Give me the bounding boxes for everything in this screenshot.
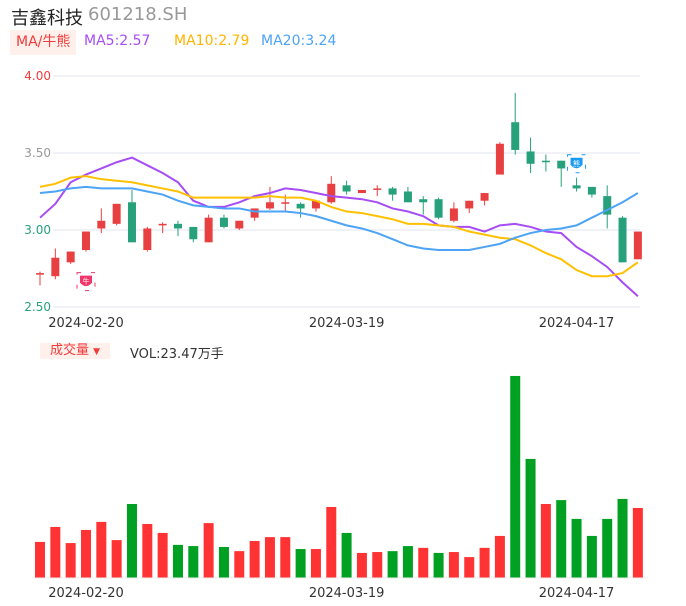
volume-bar [479, 547, 490, 578]
volume-x-tick-label: 2024-02-20 [48, 586, 124, 601]
y-tick-label: 3.00 [24, 223, 51, 237]
candle-body [281, 202, 290, 204]
volume-bar [249, 540, 260, 578]
volume-bar [448, 552, 459, 578]
y-tick-label: 3.50 [24, 146, 51, 160]
volume-bar [341, 532, 352, 578]
candle-body [342, 185, 351, 192]
candle-body [419, 199, 428, 203]
candle-body [618, 217, 627, 263]
volume-bar [65, 543, 76, 578]
candle-body [373, 188, 382, 190]
candle-body [572, 185, 581, 189]
candle-body [587, 186, 596, 195]
volume-bar [372, 552, 383, 578]
volume-bar [80, 529, 91, 578]
bull-badge-text: 牛 [82, 277, 89, 286]
volume-bar [617, 498, 628, 578]
volume-bar [602, 518, 613, 578]
candle-body [465, 200, 474, 209]
volume-bar [50, 526, 61, 578]
volume-bar [356, 552, 367, 578]
candle-body [66, 251, 75, 263]
volume-bar [402, 546, 413, 578]
x-tick-label: 2024-04-17 [539, 316, 615, 331]
candle-body [449, 208, 458, 221]
volume-bar [494, 535, 505, 578]
volume-bar [142, 523, 153, 578]
candle-body [51, 257, 60, 277]
candle-body [434, 199, 443, 218]
volume-bar [387, 551, 398, 578]
volume-bar [111, 540, 122, 578]
candle-body [388, 188, 397, 195]
candle-body [143, 228, 152, 251]
volume-bar [295, 549, 306, 578]
candle-body [557, 160, 566, 169]
volume-bar [525, 458, 536, 578]
y-tick-label: 2.50 [24, 300, 51, 314]
volume-bar [188, 546, 199, 578]
volume-x-tick-label: 2024-04-17 [539, 586, 615, 601]
candle-body [112, 203, 121, 224]
volume-bar [310, 549, 321, 578]
candle-body [327, 183, 336, 203]
volume-bar [203, 523, 214, 578]
candle-body [633, 231, 642, 260]
candle-body [403, 191, 412, 203]
candle-body [235, 220, 244, 229]
candle-body [204, 217, 213, 243]
candle-body [127, 202, 136, 243]
volume-bar [510, 375, 521, 578]
candle-body [81, 231, 90, 251]
volume-bar [556, 500, 567, 578]
candle-body [296, 203, 305, 209]
volume-bar [96, 521, 107, 578]
candle-body [511, 122, 520, 150]
candle-body [526, 151, 535, 164]
stock-chart[interactable]: 4.00 3.50 3.00 2.50 2024-02-20 2024-03-19 2024… [0, 0, 686, 606]
candle-body [495, 143, 504, 175]
candle-body [480, 193, 489, 201]
x-tick-label: 2024-03-19 [309, 316, 385, 331]
volume-bar [586, 535, 597, 578]
candle-body [189, 226, 198, 240]
candle-body [357, 189, 366, 194]
volume-bar [280, 537, 291, 578]
volume-bar [433, 552, 444, 578]
candle-body [219, 217, 228, 227]
volume-bar [571, 518, 582, 578]
volume-bar [234, 551, 245, 578]
volume-bar [157, 532, 168, 578]
candle-body [250, 208, 259, 218]
volume-bar [464, 557, 475, 578]
x-tick-label: 2024-02-20 [48, 316, 124, 331]
volume-bar [326, 506, 337, 578]
volume-bar [540, 503, 551, 578]
volume-x-tick-label: 2024-03-19 [309, 586, 385, 601]
y-tick-label: 4.00 [24, 69, 51, 83]
candle-body [158, 223, 167, 226]
volume-bar [632, 507, 643, 578]
bear-badge-text: 熊 [573, 159, 580, 168]
candle-body [173, 223, 182, 229]
candle-body [97, 220, 106, 229]
volume-bar [418, 547, 429, 578]
candle-body [541, 160, 550, 163]
volume-bar [172, 544, 183, 578]
volume-bar [35, 541, 45, 578]
volume-bar [218, 546, 229, 578]
candle-body [265, 202, 274, 209]
candle-body [36, 273, 44, 275]
volume-bar [126, 503, 137, 578]
volume-bar [264, 537, 275, 578]
